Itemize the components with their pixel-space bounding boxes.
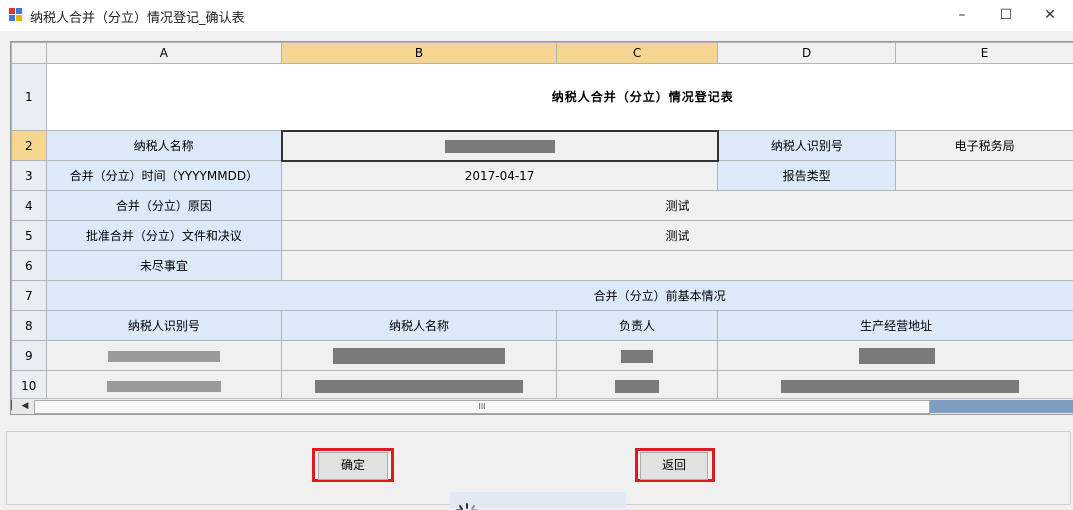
redacted-value <box>107 350 220 362</box>
list-header-taxpayer-id: 纳税人识别号 <box>45 310 283 341</box>
back-button[interactable]: 返回 <box>640 452 708 480</box>
redacted-value <box>621 349 654 363</box>
redacted-value <box>333 347 506 364</box>
table-row-cell[interactable] <box>45 340 283 371</box>
confirm-button[interactable]: 确定 <box>318 452 388 480</box>
scroll-left-icon[interactable]: ◀ <box>17 400 33 413</box>
reason-cell[interactable]: 测试 <box>281 190 1073 221</box>
section-title: 合并（分立）前基本情况 <box>45 280 1073 311</box>
row-header-4[interactable]: 4 <box>11 190 47 221</box>
approval-label: 批准合并（分立）文件和决议 <box>45 220 283 251</box>
app-icon <box>9 8 23 22</box>
list-header-address: 生产经营地址 <box>717 310 1073 341</box>
row-header-8[interactable]: 8 <box>11 310 47 341</box>
maximize-button[interactable]: ☐ <box>983 0 1029 31</box>
merge-time-cell[interactable]: 2017-04-17 <box>281 160 719 191</box>
form-title: 纳税人合并（分立）情况登记表 <box>45 63 1073 131</box>
taxpayer-name-label: 纳税人名称 <box>45 130 283 161</box>
redacted-value <box>781 379 1020 393</box>
row-header-2[interactable]: 2 <box>11 130 47 161</box>
report-type-label: 报告类型 <box>717 160 897 191</box>
redacted-value <box>106 380 221 392</box>
row-header-6[interactable]: 6 <box>11 250 47 281</box>
column-header-d[interactable]: D <box>717 42 897 64</box>
row-header-5[interactable]: 5 <box>11 220 47 251</box>
taxpayer-name-cell[interactable] <box>280 129 719 162</box>
row-header-1[interactable]: 1 <box>11 63 47 131</box>
pending-label: 未尽事宜 <box>45 250 283 281</box>
scroll-thumb[interactable]: III <box>34 400 930 414</box>
row-header-10[interactable]: 10 <box>11 370 47 401</box>
loading-indicator <box>450 492 626 510</box>
redacted-value <box>615 379 660 393</box>
minimize-button[interactable]: – <box>939 0 985 31</box>
row-header-3[interactable]: 3 <box>11 160 47 191</box>
table-row-cell[interactable] <box>281 370 557 401</box>
scroll-track[interactable] <box>930 400 1073 413</box>
reason-label: 合并（分立）原因 <box>45 190 283 221</box>
pending-cell[interactable] <box>281 250 1073 281</box>
taxpayer-id-cell[interactable]: 电子税务局 <box>895 130 1073 161</box>
list-header-person-in-charge: 负责人 <box>555 310 719 341</box>
close-button[interactable]: ✕ <box>1027 0 1073 31</box>
window-title: 纳税人合并（分立）情况登记_确认表 <box>30 11 245 26</box>
title-bar: 纳税人合并（分立）情况登记_确认表 – ☐ ✕ <box>0 0 1073 31</box>
column-header-b[interactable]: B <box>281 42 557 64</box>
table-row-cell[interactable] <box>555 340 719 371</box>
redacted-value <box>315 379 524 393</box>
approval-cell[interactable]: 测试 <box>281 220 1073 251</box>
select-all-corner[interactable] <box>11 42 47 64</box>
table-row-cell[interactable] <box>281 340 557 371</box>
redacted-value <box>444 139 555 153</box>
horizontal-scrollbar[interactable]: ▏ ◀ III <box>11 398 1073 414</box>
row-header-7[interactable]: 7 <box>11 280 47 311</box>
spreadsheet-grid[interactable]: A B C D E 1 纳税人合并（分立）情况登记表 2 纳税人名称 纳税人识别… <box>10 41 1073 415</box>
table-row-cell[interactable] <box>717 370 1073 401</box>
column-header-c[interactable]: C <box>555 42 719 64</box>
sheet-table: A B C D E 1 纳税人合并（分立）情况登记表 2 纳税人名称 纳税人识别… <box>11 42 1073 401</box>
column-header-e[interactable]: E <box>895 42 1073 64</box>
merge-time-label: 合并（分立）时间（YYYYMMDD） <box>45 160 283 191</box>
row-header-9[interactable]: 9 <box>11 340 47 371</box>
redacted-value <box>859 347 936 364</box>
report-type-cell[interactable] <box>895 160 1073 191</box>
taxpayer-id-label: 纳税人识别号 <box>717 130 897 161</box>
table-row-cell[interactable] <box>45 370 283 401</box>
table-row-cell[interactable] <box>555 370 719 401</box>
table-row-cell[interactable] <box>717 340 1073 371</box>
list-header-taxpayer-name: 纳税人名称 <box>281 310 557 341</box>
column-header-a[interactable]: A <box>45 42 283 64</box>
